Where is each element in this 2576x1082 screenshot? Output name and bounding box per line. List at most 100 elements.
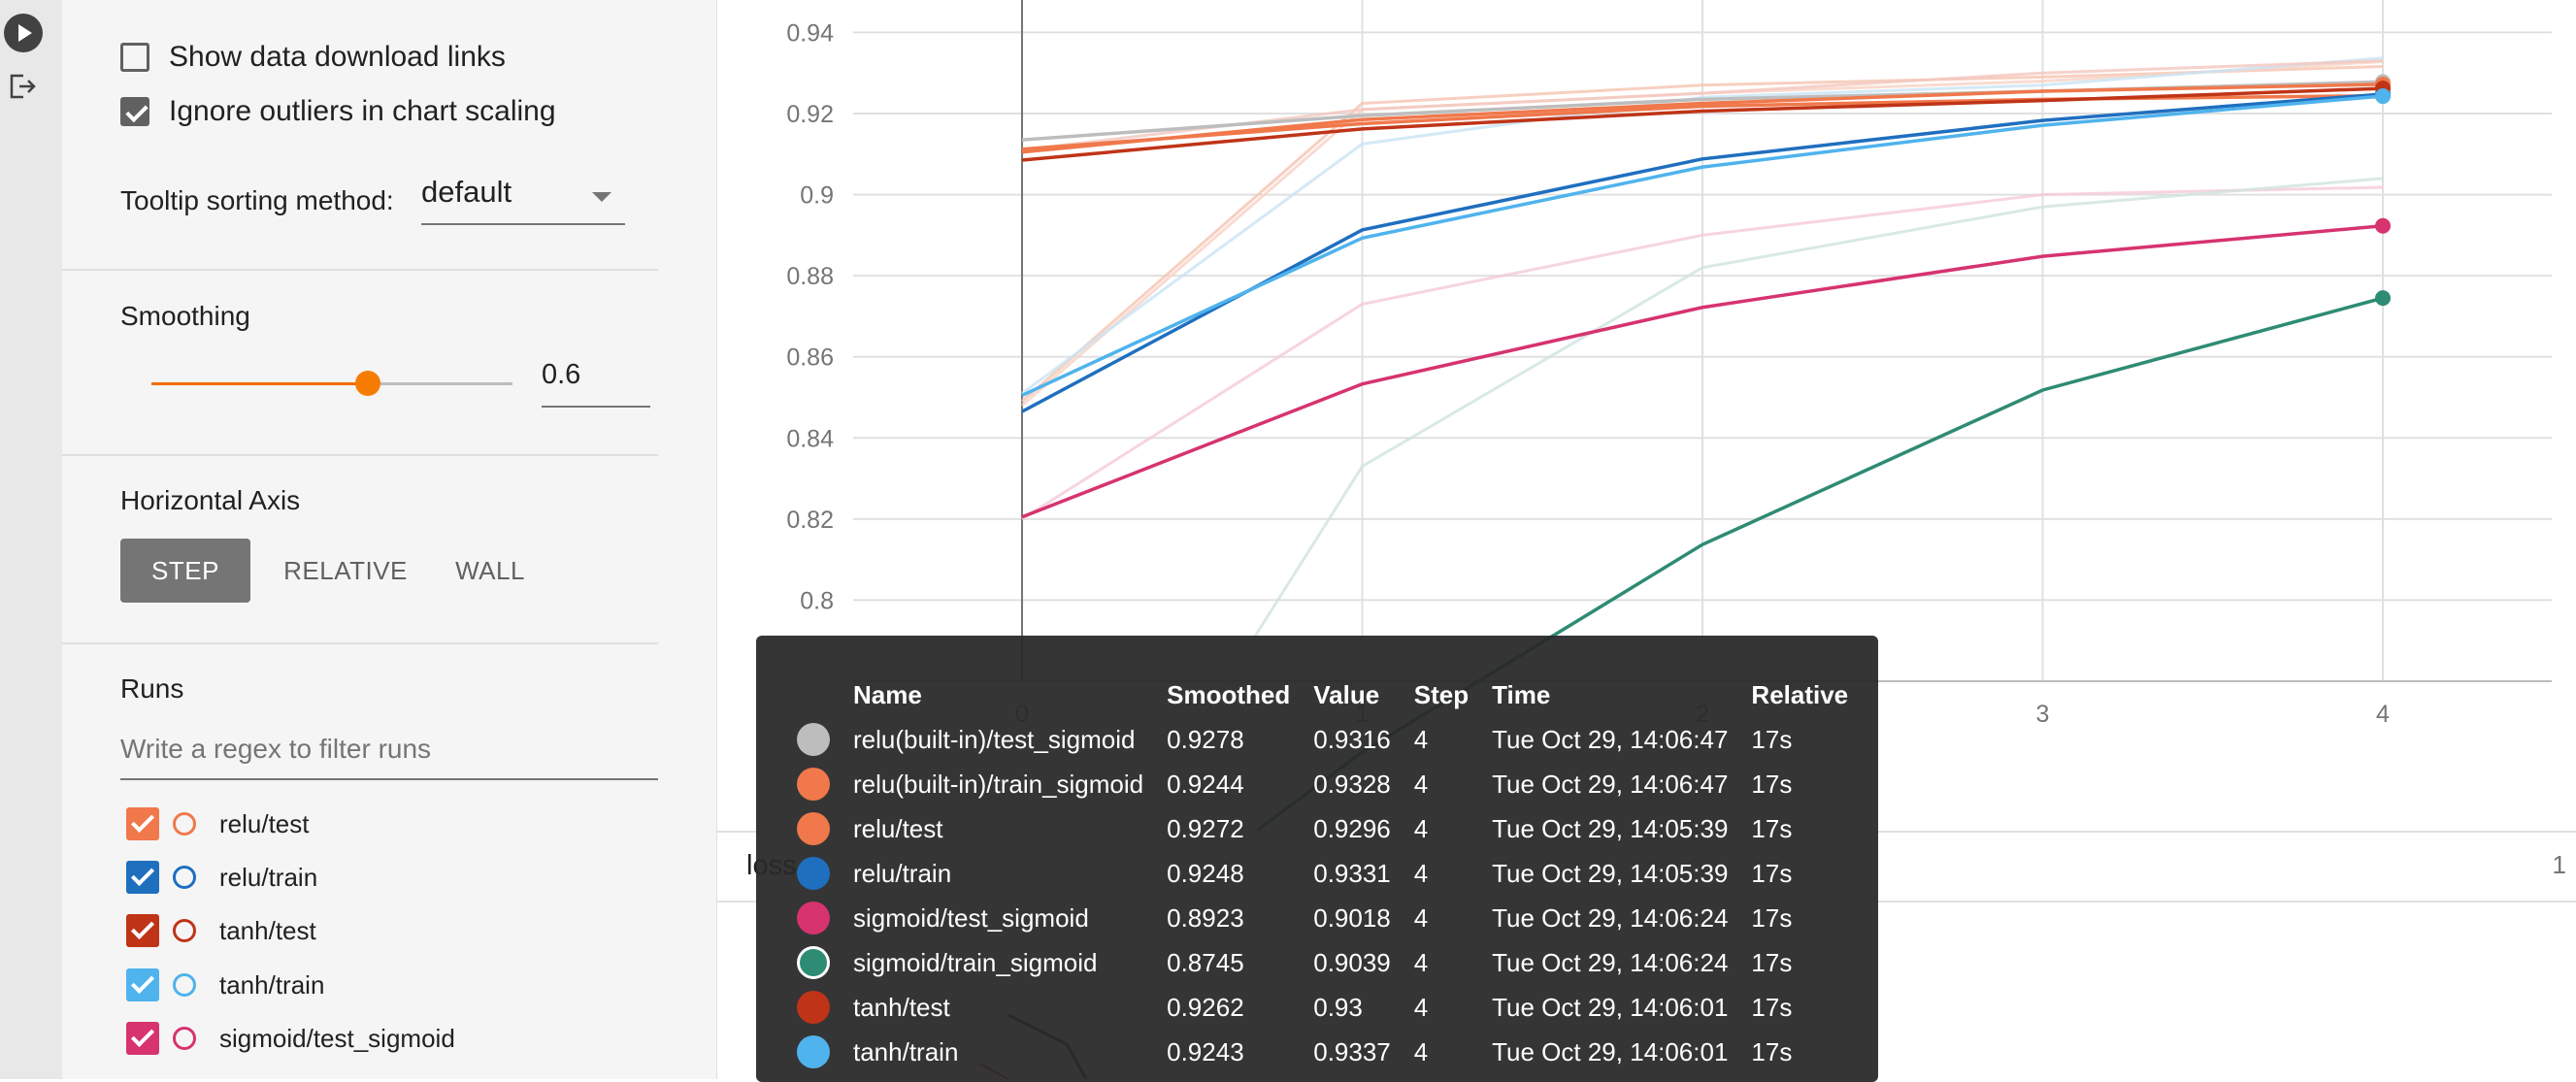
smoothing-slider-fill	[151, 382, 367, 385]
series-color-dot-icon	[797, 946, 830, 979]
tooltip-smoothed: 0.8745	[1167, 947, 1244, 977]
checkbox-unchecked[interactable]	[120, 43, 149, 72]
smoothing-value-input[interactable]: 0.6	[542, 359, 650, 408]
run-item[interactable]: sigmoid/test_sigmoid	[126, 1022, 455, 1055]
tooltip-value: 0.9337	[1313, 1036, 1391, 1066]
smoothing-slider-thumb[interactable]	[355, 371, 380, 396]
run-item[interactable]: relu/train	[126, 861, 317, 894]
tooltip-step: 4	[1413, 858, 1429, 888]
ignore-outliers-checkbox[interactable]: Ignore outliers in chart scaling	[120, 95, 556, 128]
divider	[62, 454, 658, 456]
col-header: Smoothed	[1167, 679, 1291, 709]
logout-icon[interactable]	[8, 72, 37, 101]
tooltip-time: Tue Oct 29, 14:05:39	[1492, 813, 1729, 843]
tooltip-value: 0.9328	[1313, 769, 1391, 799]
y-tick-label: 0.9	[800, 182, 834, 210]
axis-relative-button[interactable]: RELATIVE	[268, 539, 423, 603]
x-tick-label: 4	[2376, 701, 2390, 728]
tooltip-time: Tue Oct 29, 14:06:47	[1492, 769, 1729, 799]
axis-step-button[interactable]: STEP	[120, 539, 250, 603]
tooltip-smoothed: 0.9272	[1167, 813, 1244, 843]
run-checkbox[interactable]	[126, 968, 159, 1001]
run-label: relu/test	[219, 808, 310, 838]
tooltip-time: Tue Oct 29, 14:06:24	[1492, 902, 1729, 933]
tooltip-name: relu(built-in)/train_sigmoid	[853, 769, 1144, 799]
tooltip-row: relu/test 0.9272 0.9296 4 Tue Oct 29, 14:05:…	[785, 806, 1860, 851]
runs-filter-placeholder: Write a regex to filter runs	[120, 734, 432, 764]
tooltip-value: 0.9316	[1313, 724, 1391, 754]
tooltip-name: tanh/train	[853, 1036, 959, 1066]
tooltip-smoothed: 0.9278	[1167, 724, 1244, 754]
run-color-circle-icon[interactable]	[173, 973, 196, 997]
run-checkbox[interactable]	[126, 914, 159, 947]
tooltip-relative: 17s	[1751, 947, 1793, 977]
y-tick-label: 0.92	[786, 101, 834, 128]
y-tick-label: 0.84	[786, 425, 834, 452]
runs-title: Runs	[120, 673, 184, 704]
ignore-outliers-label: Ignore outliers in chart scaling	[169, 95, 556, 127]
tooltip-time: Tue Oct 29, 14:06:01	[1492, 1036, 1729, 1066]
card-count: 1	[2552, 850, 2566, 879]
tooltip-relative: 17s	[1751, 1036, 1793, 1066]
tooltip-smoothed: 0.8923	[1167, 902, 1244, 933]
checkbox-checked[interactable]	[120, 97, 149, 126]
tooltip-value: 0.93	[1313, 992, 1363, 1022]
run-item[interactable]: tanh/train	[126, 968, 324, 1001]
run-checkbox[interactable]	[126, 807, 159, 840]
tooltip-value: 0.9018	[1313, 902, 1391, 933]
tooltip-value: 0.9296	[1313, 813, 1391, 843]
tooltip-smoothed: 0.9244	[1167, 769, 1244, 799]
tooltip-relative: 17s	[1751, 769, 1793, 799]
divider	[62, 269, 658, 271]
tooltip-relative: 17s	[1751, 858, 1793, 888]
series-endpoint	[2375, 88, 2391, 105]
tooltip-name: relu/test	[853, 813, 943, 843]
tooltip-swatch-cell	[785, 762, 842, 806]
tooltip-swatch-cell	[785, 717, 842, 762]
tooltip-swatch-cell	[785, 851, 842, 896]
left-rail	[0, 0, 63, 1079]
col-header: Relative	[1751, 679, 1849, 709]
tooltip-swatch-cell	[785, 940, 842, 985]
run-checkbox[interactable]	[126, 861, 159, 894]
tooltip-step: 4	[1413, 724, 1429, 754]
smoothing-value: 0.6	[542, 359, 581, 390]
play-icon[interactable]	[4, 14, 43, 52]
col-header: Time	[1492, 679, 1551, 709]
runs-filter-input[interactable]: Write a regex to filter runs	[120, 734, 658, 780]
chart-tooltip: Name Smoothed Value Step Time Relative r…	[756, 636, 1878, 1082]
series-endpoint	[2375, 290, 2391, 307]
run-color-circle-icon[interactable]	[173, 812, 196, 836]
run-color-circle-icon[interactable]	[173, 919, 196, 942]
run-color-circle-icon[interactable]	[173, 866, 196, 889]
tooltip-sort-value: default	[421, 175, 512, 209]
tooltip-step: 4	[1413, 769, 1429, 799]
smoothing-title: Smoothing	[120, 301, 250, 331]
y-tick-label: 0.82	[786, 507, 834, 534]
series-color-dot-icon	[797, 902, 830, 934]
tooltip-table: Name Smoothed Value Step Time Relative r…	[785, 672, 1860, 1074]
smoothing-slider[interactable]	[151, 371, 512, 396]
tooltip-name: tanh/test	[853, 992, 950, 1022]
axis-wall-button[interactable]: WALL	[437, 539, 544, 603]
y-tick-label: 0.94	[786, 19, 834, 47]
tooltip-swatch-cell	[785, 896, 842, 940]
tooltip-row: sigmoid/train_sigmoid 0.8745 0.9039 4 Tue Oc…	[785, 940, 1860, 985]
y-tick-label: 0.8	[800, 587, 834, 614]
tooltip-relative: 17s	[1751, 992, 1793, 1022]
run-label: tanh/train	[219, 969, 325, 1000]
run-color-circle-icon[interactable]	[173, 1027, 196, 1050]
tooltip-sort-label: Tooltip sorting method:	[120, 185, 394, 215]
run-item[interactable]: tanh/test	[126, 914, 316, 947]
show-download-links-checkbox[interactable]: Show data download links	[120, 41, 506, 74]
run-item[interactable]: relu/test	[126, 807, 310, 840]
tooltip-sort-select[interactable]: default	[421, 175, 625, 225]
tooltip-step: 4	[1413, 1036, 1429, 1066]
series-color-dot-icon	[797, 857, 830, 890]
x-tick-label: 3	[2036, 701, 2050, 728]
tooltip-row: relu(built-in)/train_sigmoid 0.9244 0.9328…	[785, 762, 1860, 806]
dropdown-caret-icon	[592, 192, 611, 202]
divider	[62, 642, 658, 644]
tooltip-step: 4	[1413, 947, 1429, 977]
run-checkbox[interactable]	[126, 1022, 159, 1055]
